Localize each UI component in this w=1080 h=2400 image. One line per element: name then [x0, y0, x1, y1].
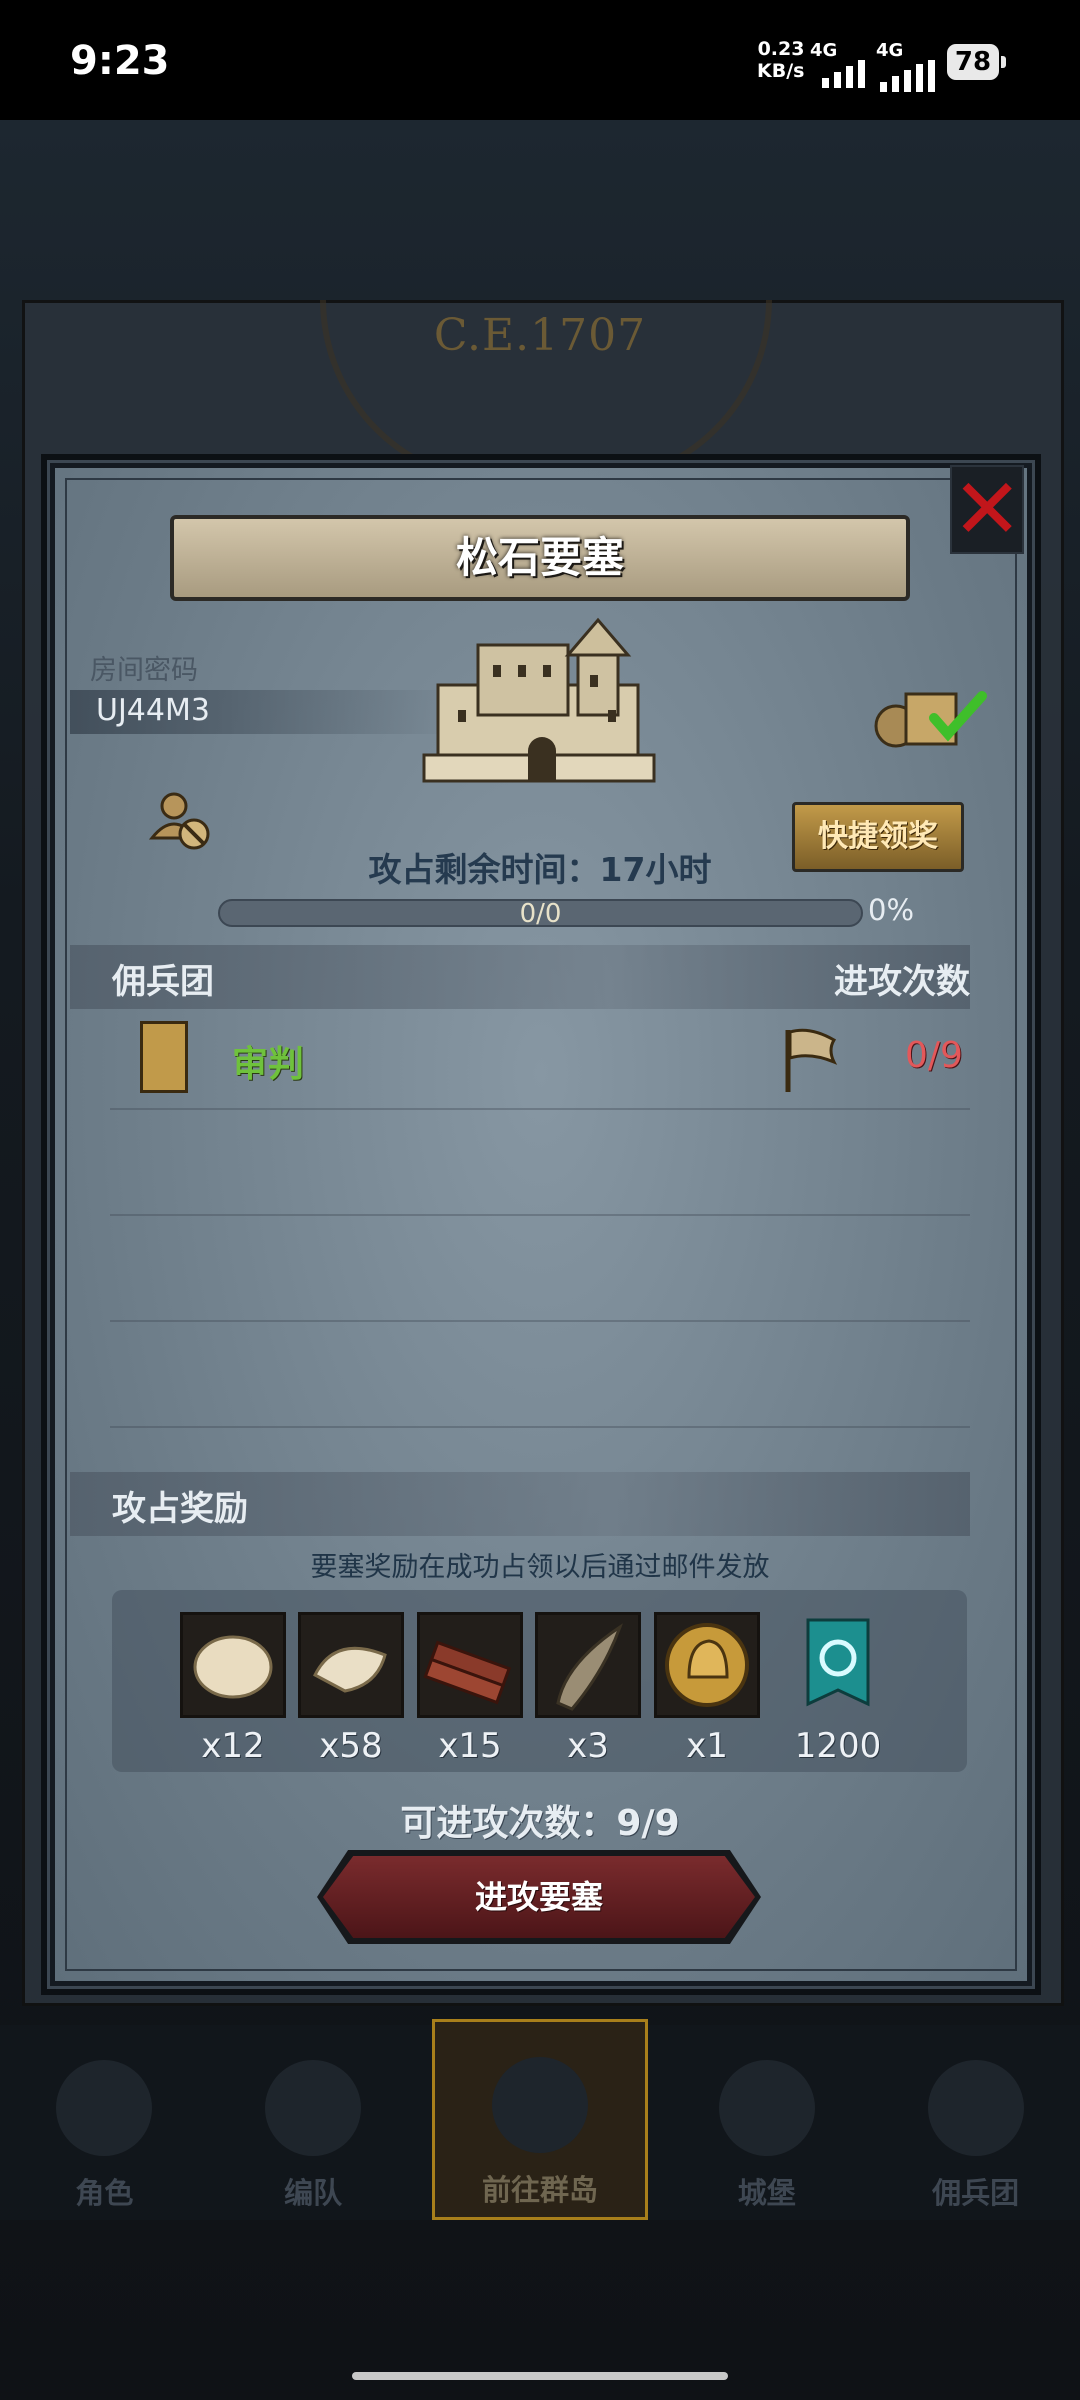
reward-qty: 1200 — [794, 1726, 882, 1766]
knight-helmet-coin-icon — [665, 1623, 749, 1707]
nav-item-castle[interactable]: 城堡 — [677, 2030, 857, 2220]
fur-pelt-icon — [193, 1635, 273, 1699]
status-bar: 9:23 0.23 KB/s 4G 4G 78 — [0, 0, 1080, 120]
formation-icon — [265, 2060, 362, 2156]
guild-banner-icon — [806, 1618, 870, 1707]
network-speed-value: 0.23 — [757, 38, 805, 60]
islands-map-icon — [491, 2057, 588, 2153]
nav-item-character[interactable]: 角色 — [14, 2030, 194, 2220]
guild-header: 佣兵团 — [112, 962, 214, 1002]
occupation-time-left: 攻占剩余时间：17小时 — [368, 850, 712, 889]
reward-qty: x15 — [438, 1726, 502, 1766]
guild-attack-count: 0/9 — [905, 1035, 963, 1076]
network-speed-unit: KB/s — [757, 60, 805, 82]
guild-name[interactable]: 审判 — [232, 1035, 304, 1087]
nav-label-guild: 佣兵团 — [932, 2176, 1020, 2210]
rewards-claimed-icon[interactable] — [874, 680, 994, 750]
attack-fortress-button[interactable]: 进攻要塞 — [323, 1856, 755, 1938]
reward-item-banner[interactable] — [788, 1612, 894, 1718]
home-indicator[interactable] — [352, 2372, 728, 2380]
network-speed: 0.23 KB/s — [757, 38, 804, 82]
progress-text: 0/0 — [519, 899, 562, 929]
attacks-available: 可进攻次数：9/9 — [400, 1803, 680, 1844]
row-divider — [110, 1108, 970, 1110]
status-time: 9:23 — [70, 38, 170, 84]
nav-label-formation: 编队 — [284, 2176, 343, 2210]
nav-label-castle: 城堡 — [737, 2176, 796, 2210]
reward-qty: x12 — [201, 1726, 265, 1766]
nav-label-islands: 前往群岛 — [481, 2173, 598, 2207]
mercenary-guild-icon — [927, 2060, 1024, 2156]
reward-qty: x1 — [686, 1726, 728, 1766]
nav-label-character: 角色 — [75, 2176, 134, 2210]
row-divider — [110, 1426, 970, 1428]
reward-item-horn[interactable] — [535, 1612, 641, 1718]
occupation-progress-bar: 0/0 — [218, 899, 863, 929]
room-code[interactable]: UJ44M3 — [96, 693, 210, 728]
horn-icon — [556, 1623, 623, 1711]
close-icon: ✕ — [952, 460, 1023, 558]
signal-icon — [822, 60, 865, 88]
reward-item-fur[interactable] — [180, 1612, 286, 1718]
reward-qty: x58 — [319, 1726, 383, 1766]
sim1-type: 4G — [810, 40, 838, 61]
nav-item-islands[interactable]: 前往群岛 — [431, 2019, 648, 2220]
battery-icon: 78 — [947, 44, 1006, 80]
signal-icon-2 — [880, 60, 935, 92]
fortress-image — [422, 617, 656, 783]
guild-emblem-icon — [140, 1021, 188, 1093]
flag-icon — [785, 1028, 838, 1092]
era-label: C.E.1707 — [433, 310, 647, 361]
reward-item-helmet-coin[interactable] — [654, 1612, 760, 1718]
close-button[interactable]: ✕ — [950, 465, 1024, 554]
room-password-label: 房间密码 — [90, 655, 198, 686]
progress-percent: 0% — [868, 893, 915, 927]
attack-count-header: 进攻次数 — [834, 962, 970, 1002]
bottom-nav: 角色 编队 前往群岛 城堡 佣兵团 — [0, 2019, 1080, 2220]
rewards-note: 要塞奖励在成功占领以后通过邮件发放 — [310, 1552, 770, 1583]
castle-icon — [718, 2060, 815, 2156]
reward-item-wool[interactable] — [298, 1612, 404, 1718]
sim2-type: 4G — [876, 40, 904, 61]
character-icon — [56, 2060, 153, 2156]
reward-item-lumber[interactable] — [417, 1612, 523, 1718]
dialog-title: 松石要塞 — [170, 515, 910, 601]
nav-item-formation[interactable]: 编队 — [223, 2030, 403, 2220]
reward-qty: x3 — [567, 1726, 609, 1766]
wool-fleece-icon — [313, 1646, 387, 1693]
lumber-planks-icon — [423, 1640, 512, 1705]
nav-item-guild[interactable]: 佣兵团 — [886, 2030, 1066, 2220]
row-divider — [110, 1320, 970, 1322]
row-divider — [110, 1214, 970, 1216]
rewards-header: 攻占奖励 — [112, 1489, 248, 1529]
